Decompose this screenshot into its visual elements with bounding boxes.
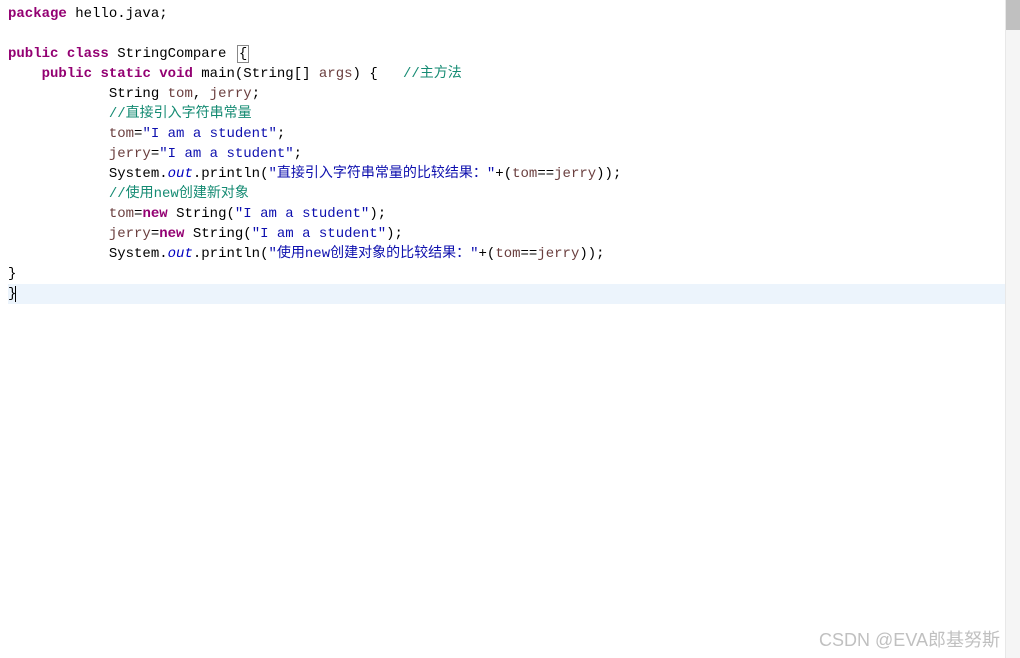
code-line: jerry=new String("I am a student"); [8,224,1012,244]
string-literal: "I am a student" [252,226,386,242]
keyword-package: package [8,6,67,22]
var-jerry: jerry [109,226,151,242]
string-literal: "使用new创建对象的比较结果：" [268,246,478,262]
code-line: public static void main(String[] args) {… [8,64,1012,84]
var-tom: tom [109,206,134,222]
code-line: } [8,264,1012,284]
method-call: .println( [193,246,269,262]
keyword-public: public [8,46,58,62]
out-field: out [168,166,193,182]
code-line: jerry="I am a student"; [8,144,1012,164]
code-line: System.out.println("直接引入字符串常量的比较结果："+(to… [8,164,1012,184]
var-jerry: jerry [537,246,579,262]
code-line: tom="I am a student"; [8,124,1012,144]
param-name: args [319,66,353,82]
code-line: //直接引入字符串常量 [8,104,1012,124]
text-cursor-icon [15,286,16,302]
string-literal: "直接引入字符串常量的比较结果：" [268,166,495,182]
comment: //主方法 [403,66,462,82]
comment: //直接引入字符串常量 [109,106,252,122]
code-editor[interactable]: package hello.java; public class StringC… [0,0,1020,658]
code-line-blank [8,24,1012,44]
comment: //使用new创建新对象 [109,186,249,202]
system-ref: System. [109,166,168,182]
type-name: String( [184,226,251,242]
keyword-new: new [142,206,167,222]
keyword-public: public [42,66,92,82]
code-line: tom=new String("I am a student"); [8,204,1012,224]
code-line-current: } [8,284,1012,304]
code-line: //使用new创建新对象 [8,184,1012,204]
var-jerry: jerry [210,86,252,102]
string-literal: "I am a student" [159,146,293,162]
out-field: out [168,246,193,262]
type-name: String( [168,206,235,222]
open-brace-icon: { [237,45,249,63]
string-literal: "I am a student" [235,206,369,222]
code-line: String tom, jerry; [8,84,1012,104]
keyword-void: void [159,66,193,82]
keyword-new: new [159,226,184,242]
code-text: hello.java; [67,6,168,22]
code-line: System.out.println("使用new创建对象的比较结果："+(to… [8,244,1012,264]
close-brace: } [8,266,16,282]
keyword-static: static [100,66,150,82]
scrollbar-thumb[interactable] [1006,0,1020,30]
method-call: .println( [193,166,269,182]
params-open: (String[] [235,66,319,82]
string-literal: "I am a student" [142,126,276,142]
keyword-class: class [67,46,109,62]
var-tom: tom [109,126,134,142]
system-ref: System. [109,246,168,262]
code-line: public class StringCompare { [8,44,1012,64]
var-jerry: jerry [109,146,151,162]
var-tom: tom [495,246,520,262]
params-close: ) { [353,66,403,82]
class-name: StringCompare [109,46,235,62]
var-tom: tom [168,86,193,102]
var-tom: tom [512,166,537,182]
var-jerry: jerry [554,166,596,182]
code-line: package hello.java; [8,4,1012,24]
method-name: main [193,66,235,82]
vertical-scrollbar[interactable] [1005,0,1020,658]
type-name: String [109,86,168,102]
